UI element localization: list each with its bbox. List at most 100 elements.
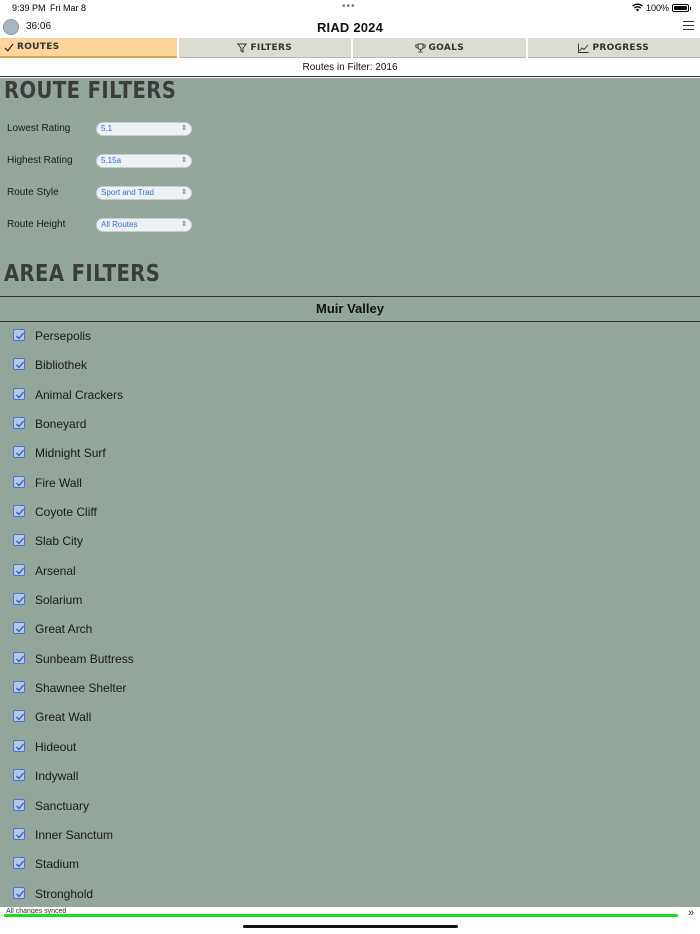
area-item[interactable]: Sanctuary: [0, 792, 700, 821]
battery-icon: [672, 4, 691, 12]
filter-route-style: Route Style Sport and Trad ⇕: [7, 185, 307, 201]
checkbox-checked-icon[interactable]: [13, 886, 25, 899]
area-item[interactable]: Slab City: [0, 527, 700, 556]
area-name: Indywall: [35, 769, 79, 784]
area-filters-title: AREA FILTERS: [4, 261, 161, 287]
area-name: Inner Sanctum: [35, 827, 114, 842]
area-name: Great Wall: [35, 710, 92, 725]
checkbox-checked-icon[interactable]: [13, 739, 25, 752]
filter-label: Route Style: [7, 187, 59, 198]
route-filters-title: ROUTE FILTERS: [4, 78, 177, 104]
filter-label: Highest Rating: [7, 155, 73, 166]
checkbox-checked-icon[interactable]: [13, 358, 25, 371]
checkbox-checked-icon[interactable]: [13, 417, 25, 430]
highest-rating-select[interactable]: 5.15a ⇕: [96, 154, 192, 168]
filter-label: Lowest Rating: [7, 123, 71, 134]
area-name: Slab City: [35, 534, 84, 549]
area-name: Great Arch: [35, 622, 93, 637]
area-item[interactable]: Sunbeam Buttress: [0, 645, 700, 674]
area-item[interactable]: Midnight Surf: [0, 439, 700, 468]
area-item[interactable]: Great Wall: [0, 703, 700, 732]
status-date: Fri Mar 8: [50, 3, 86, 13]
multitasking-dots-icon[interactable]: •••: [342, 1, 356, 12]
checkbox-checked-icon[interactable]: [13, 593, 25, 606]
select-value: All Routes: [101, 220, 138, 229]
area-name: Animal Crackers: [35, 387, 124, 402]
area-name: Fire Wall: [35, 475, 82, 490]
area-item[interactable]: Animal Crackers: [0, 381, 700, 410]
area-name: Coyote Cliff: [35, 505, 97, 520]
filter-route-height: Route Height All Routes ⇕: [7, 217, 307, 233]
area-item[interactable]: Shawnee Shelter: [0, 674, 700, 703]
filters-panel: ROUTE FILTERS Lowest Rating 5.1 ⇕ Highes…: [0, 78, 700, 907]
checkbox-checked-icon[interactable]: [13, 827, 25, 840]
tab-filters[interactable]: FILTERS: [178, 38, 351, 58]
area-item[interactable]: Arsenal: [0, 557, 700, 586]
tab-label: GOALS: [428, 42, 464, 53]
area-item[interactable]: Hideout: [0, 733, 700, 762]
checkbox-checked-icon[interactable]: [13, 505, 25, 518]
checkbox-checked-icon[interactable]: [13, 651, 25, 664]
area-item[interactable]: Indywall: [0, 762, 700, 791]
lowest-rating-select[interactable]: 5.1 ⇕: [96, 122, 192, 136]
area-name: Stronghold: [35, 886, 94, 901]
tab-progress[interactable]: PROGRESS: [527, 38, 700, 58]
double-chevron-right-icon[interactable]: »: [688, 907, 694, 919]
checkbox-checked-icon[interactable]: [13, 329, 25, 341]
hamburger-menu-icon[interactable]: [683, 21, 694, 31]
routes-count: Routes in Filter: 2016: [0, 58, 700, 77]
area-item[interactable]: Boneyard: [0, 410, 700, 439]
area-item[interactable]: Persepolis: [0, 322, 700, 351]
app-title: RIAD 2024: [316, 20, 384, 35]
area-name: Shawnee Shelter: [35, 681, 127, 696]
checkbox-checked-icon[interactable]: [13, 563, 25, 576]
checkbox-checked-icon[interactable]: [13, 681, 25, 694]
battery-percent: 100%: [646, 3, 670, 13]
select-value: 5.1: [101, 124, 113, 133]
area-name: Midnight Surf: [35, 446, 106, 461]
checkbox-checked-icon[interactable]: [13, 769, 25, 782]
checkmark-icon: [4, 43, 14, 52]
wifi-icon: [632, 3, 643, 12]
area-name: Solarium: [35, 593, 83, 608]
checkbox-checked-icon[interactable]: [13, 475, 25, 488]
tab-label: ROUTES: [17, 42, 60, 52]
checkbox-checked-icon[interactable]: [13, 798, 25, 811]
area-item[interactable]: Bibliothek: [0, 351, 700, 380]
checkbox-checked-icon[interactable]: [13, 387, 25, 400]
area-name: Sanctuary: [35, 798, 90, 813]
area-item[interactable]: Stadium: [0, 850, 700, 879]
area-name: Persepolis: [35, 329, 92, 343]
area-item[interactable]: Stronghold: [0, 880, 700, 907]
tab-routes[interactable]: ROUTES: [0, 38, 177, 58]
checkbox-checked-icon[interactable]: [13, 857, 25, 870]
checkbox-checked-icon[interactable]: [13, 710, 25, 723]
region-header: Muir Valley: [0, 296, 700, 322]
area-name: Stadium: [35, 857, 80, 872]
select-value: 5.15a: [101, 156, 122, 165]
status-time: 9:39 PM: [12, 3, 46, 13]
tab-goals[interactable]: GOALS: [353, 38, 526, 58]
chevron-updown-icon: ⇕: [181, 157, 187, 164]
line-chart-icon: [578, 43, 589, 53]
app-screen: 9:39 PM Fri Mar 8 ••• 100% 36:06 RIAD 20…: [0, 0, 700, 934]
filter-label: Route Height: [7, 219, 66, 230]
area-item[interactable]: Inner Sanctum: [0, 821, 700, 850]
area-item[interactable]: Fire Wall: [0, 469, 700, 498]
area-item[interactable]: Solarium: [0, 586, 700, 615]
checkbox-checked-icon[interactable]: [13, 446, 25, 459]
home-indicator[interactable]: [243, 925, 458, 928]
route-style-select[interactable]: Sport and Trad ⇕: [96, 186, 192, 200]
route-height-select[interactable]: All Routes ⇕: [96, 218, 192, 232]
tab-label: PROGRESS: [592, 42, 650, 53]
area-item[interactable]: Great Arch: [0, 615, 700, 644]
area-name: Bibliothek: [35, 358, 88, 373]
area-name: Hideout: [35, 739, 77, 754]
area-item[interactable]: Coyote Cliff: [0, 498, 700, 527]
chevron-updown-icon: ⇕: [181, 189, 187, 196]
sync-progress-bar: [4, 914, 678, 917]
area-list: Persepolis Bibliothek Animal Crackers Boney…: [0, 322, 700, 907]
checkbox-checked-icon[interactable]: [13, 622, 25, 635]
tab-bar: ROUTES FILTERS GOALS PROGRESS: [0, 38, 700, 58]
checkbox-checked-icon[interactable]: [13, 534, 25, 547]
